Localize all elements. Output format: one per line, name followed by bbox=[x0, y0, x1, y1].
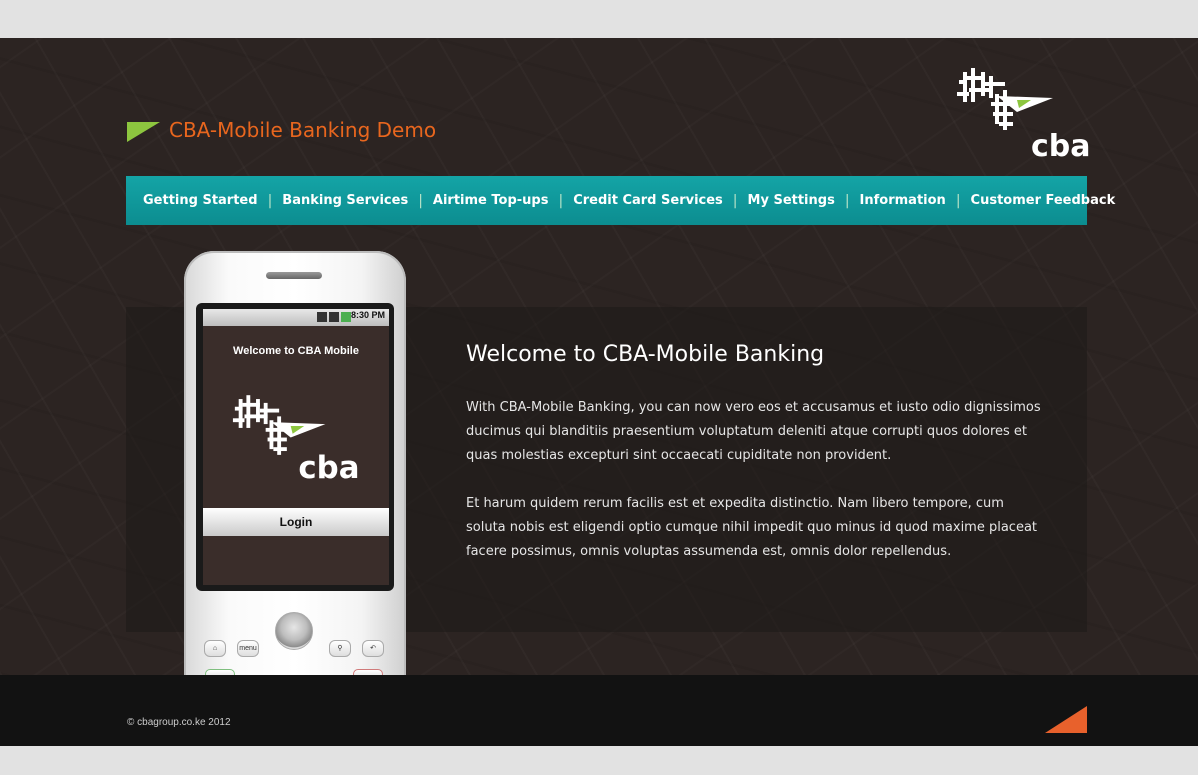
phone-logo-text: cba bbox=[298, 450, 359, 485]
phone-status-bar: 8:30 PM bbox=[203, 309, 389, 326]
back-icon[interactable]: ↶ bbox=[362, 640, 384, 657]
main-nav: Getting Started | Banking Services | Air… bbox=[126, 176, 1115, 225]
footer-triangle-icon bbox=[1045, 706, 1087, 733]
main-content: Welcome to CBA-Mobile Banking With CBA-M… bbox=[466, 342, 1046, 588]
nav-separator: | bbox=[955, 192, 961, 209]
site-title: CBA-Mobile Banking Demo bbox=[169, 118, 437, 142]
copyright-text: © cbagroup.co.ke 2012 bbox=[127, 717, 231, 728]
status-time: 8:30 PM bbox=[350, 310, 385, 320]
home-icon[interactable]: ⌂ bbox=[204, 640, 226, 657]
menu-button[interactable]: menu bbox=[237, 640, 259, 657]
nav-item-information[interactable]: Information bbox=[860, 193, 946, 208]
phone-screen: 8:30 PM Welcome to CBA Mobile cba Login bbox=[203, 309, 389, 585]
title-flag-icon bbox=[127, 122, 160, 142]
trackball-button[interactable] bbox=[275, 612, 313, 650]
phone-screen-frame: 8:30 PM Welcome to CBA Mobile cba Login bbox=[196, 303, 394, 591]
cba-logo: cba bbox=[957, 68, 1090, 161]
main-heading: Welcome to CBA-Mobile Banking bbox=[466, 342, 825, 367]
battery-icon bbox=[341, 312, 351, 322]
nav-item-banking-services[interactable]: Banking Services bbox=[282, 193, 408, 208]
nav-separator: | bbox=[418, 192, 423, 209]
nav-separator: | bbox=[267, 192, 273, 209]
sim-icon bbox=[317, 312, 327, 322]
phone-cba-logo: cba bbox=[232, 395, 360, 485]
second-paragraph: Et harum quidem rerum facilis est et exp… bbox=[466, 496, 1038, 559]
status-icons bbox=[317, 312, 351, 322]
footer: © cbagroup.co.ke 2012 bbox=[0, 675, 1198, 746]
nav-item-credit-card-services[interactable]: Credit Card Services bbox=[573, 193, 723, 208]
nav-separator: | bbox=[844, 192, 850, 209]
phone-mockup: 8:30 PM Welcome to CBA Mobile cba Login … bbox=[184, 251, 406, 675]
signal-icon bbox=[329, 312, 339, 322]
page-background: CBA-Mobile Banking Demo cba Getting Star… bbox=[0, 38, 1198, 675]
africa-map-icon bbox=[957, 68, 1053, 130]
nav-item-my-settings[interactable]: My Settings bbox=[748, 193, 835, 208]
nav-item-airtime-topups[interactable]: Airtime Top-ups bbox=[433, 193, 549, 208]
phone-welcome-text: Welcome to CBA Mobile bbox=[233, 345, 359, 357]
logo-text: cba bbox=[1031, 129, 1090, 161]
intro-paragraph: With CBA-Mobile Banking, you can now ver… bbox=[466, 400, 1041, 463]
africa-map-icon bbox=[232, 395, 326, 455]
nav-item-customer-feedback[interactable]: Customer Feedback bbox=[971, 193, 1116, 208]
search-icon[interactable]: ⚲ bbox=[329, 640, 351, 657]
phone-speaker bbox=[266, 272, 322, 279]
phone-login-button[interactable]: Login bbox=[203, 508, 389, 536]
nav-separator: | bbox=[558, 192, 564, 209]
nav-item-getting-started[interactable]: Getting Started bbox=[143, 193, 258, 208]
nav-separator: | bbox=[732, 192, 738, 209]
